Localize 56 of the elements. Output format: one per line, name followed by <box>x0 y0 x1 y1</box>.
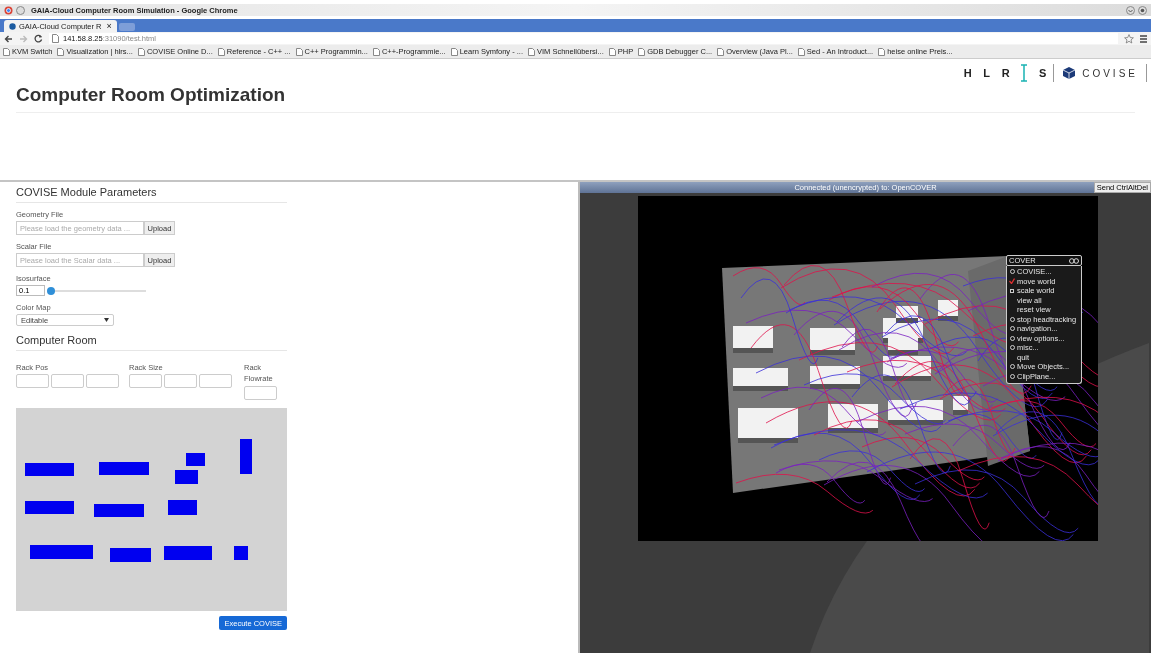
number-field[interactable] <box>164 374 197 388</box>
forward-icon[interactable] <box>19 34 28 43</box>
rack-block[interactable] <box>110 548 151 562</box>
page-icon <box>3 47 10 56</box>
rack-block[interactable] <box>164 546 212 560</box>
rack-block[interactable] <box>234 546 248 560</box>
reload-icon[interactable] <box>34 34 43 43</box>
maximize-icon[interactable] <box>1138 5 1147 15</box>
menu-icon[interactable] <box>1140 34 1147 43</box>
page-icon <box>878 47 886 56</box>
rack-block[interactable] <box>25 501 74 514</box>
section-heading: COVISE Module Parameters <box>16 186 287 203</box>
page-icon <box>295 47 303 56</box>
bookmark-star-icon[interactable] <box>1124 33 1134 44</box>
page-icon <box>450 47 458 56</box>
number-field[interactable] <box>244 386 277 400</box>
logo-letter: S <box>1038 67 1048 79</box>
page-icon <box>137 47 145 56</box>
page-icon <box>797 47 805 56</box>
logo-letter: L <box>982 67 992 79</box>
number-field[interactable] <box>199 374 232 388</box>
page-icon <box>608 47 616 56</box>
submenu-icon <box>1009 269 1015 275</box>
section-heading: Computer Room <box>16 334 287 351</box>
number-field[interactable] <box>129 374 162 388</box>
rack-block[interactable] <box>25 463 74 476</box>
rack-block[interactable] <box>94 504 144 517</box>
back-icon[interactable] <box>4 34 13 43</box>
page-favicon-icon <box>9 22 16 30</box>
page-icon <box>528 47 535 56</box>
page-icon <box>638 47 646 56</box>
rack-block[interactable] <box>240 439 252 474</box>
rack-block[interactable] <box>30 545 93 559</box>
number-field[interactable] <box>16 374 49 388</box>
slider-thumb[interactable] <box>46 286 55 295</box>
new-tab-button[interactable] <box>118 23 135 31</box>
cube-icon <box>1062 66 1077 80</box>
page-icon <box>217 47 225 56</box>
number-field[interactable] <box>86 374 119 388</box>
rack-block[interactable] <box>168 500 197 515</box>
rack-block[interactable] <box>99 462 149 475</box>
browser-logo-icon <box>4 5 13 15</box>
rack-block[interactable] <box>186 453 205 466</box>
rack-block[interactable] <box>175 470 198 484</box>
logo-letter: R <box>1001 67 1011 79</box>
dropdown-caret-icon <box>104 318 109 322</box>
page-icon <box>372 47 380 56</box>
close-tab-button[interactable]: × <box>106 21 112 31</box>
page-title: Computer Room Optimization <box>16 84 1135 113</box>
number-field[interactable] <box>51 374 84 388</box>
logo-text: COVISE <box>1082 67 1138 79</box>
room-layout-canvas[interactable] <box>16 408 287 611</box>
logo-letter: H <box>963 67 973 79</box>
logo-bar-icon <box>1020 64 1029 82</box>
menu-collapse-icon[interactable] <box>1069 257 1079 264</box>
page-icon <box>717 47 725 56</box>
